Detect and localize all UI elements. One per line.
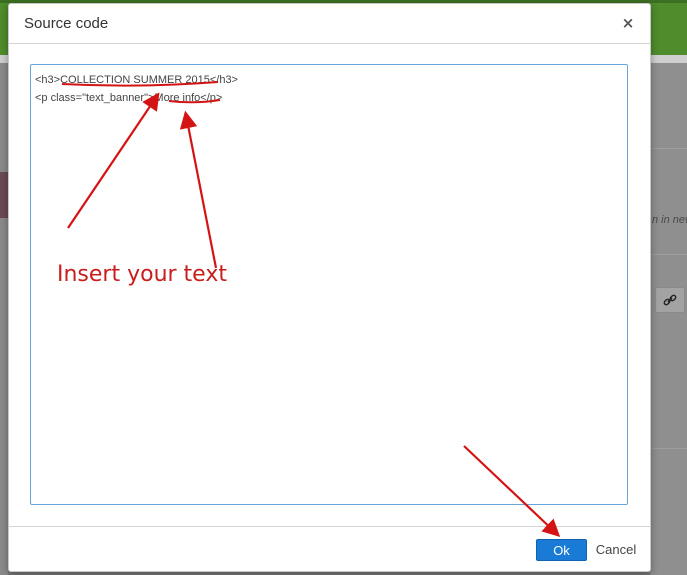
background-divider (650, 254, 687, 255)
code-line: <p class="text_banner">More info</p> (35, 92, 223, 104)
background-italic-text: n in new (652, 214, 687, 226)
link-icon (663, 294, 677, 306)
code-line: <h3>COLLECTION SUMMER 2015</h3> (35, 74, 238, 86)
dialog-header: Source code × (9, 4, 650, 44)
background-left-panel (0, 63, 8, 575)
source-code-dialog: Source code × <h3>COLLECTION SUMMER 2015… (8, 3, 651, 572)
background-divider (650, 448, 687, 449)
background-link-button (655, 287, 685, 313)
dialog-footer: Ok Cancel (9, 526, 650, 572)
cancel-button[interactable]: Cancel (594, 539, 638, 561)
background-divider (650, 148, 687, 149)
dialog-title: Source code (24, 15, 109, 32)
ok-button[interactable]: Ok (536, 539, 587, 561)
close-icon[interactable]: × (621, 16, 635, 31)
annotation-label: Insert your text (57, 262, 227, 287)
background-right-panel (650, 63, 687, 575)
background-thumbnail (0, 172, 8, 218)
